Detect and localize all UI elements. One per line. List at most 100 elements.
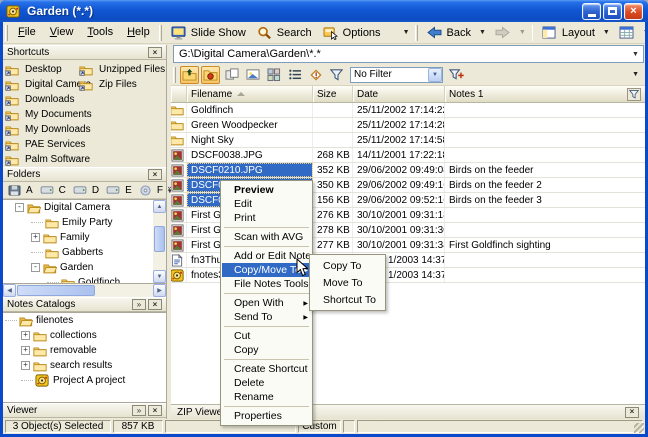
folders-vertical-scrollbar[interactable]: ▲ ▼ <box>153 200 166 283</box>
context-menu-item-cut[interactable]: Cut <box>222 329 311 343</box>
context-menu-item-open-with[interactable]: Open With▶ <box>222 296 311 310</box>
filter-combobox[interactable]: No Filter ▼ <box>350 67 443 83</box>
combobox-dropdown-icon[interactable]: ▼ <box>428 68 442 82</box>
file-row[interactable]: DSCF0210.JPG352 KB29/06/2002 09:49:08Bir… <box>171 163 645 178</box>
back-button[interactable]: Back <box>421 23 476 43</box>
back-dropdown[interactable]: ▼ <box>476 29 489 36</box>
scrollbar-thumb[interactable] <box>17 285 95 296</box>
forward-button[interactable] <box>489 23 516 43</box>
tree-expander-minus-icon[interactable]: - <box>15 203 24 212</box>
submenu-item-copy-to[interactable]: Copy To <box>311 257 384 274</box>
viewer-close-icon[interactable]: × <box>148 405 162 416</box>
file-row[interactable]: Green Woodpecker25/11/2002 17:14:28 <box>171 118 645 133</box>
layout-dropdown[interactable]: ▼ <box>600 29 613 36</box>
column-header-size[interactable]: Size <box>313 86 353 102</box>
file-row[interactable]: Goldfinch25/11/2002 17:14:22 <box>171 103 645 118</box>
drive-button-e[interactable]: E <box>103 184 135 197</box>
info-button[interactable] <box>306 66 325 84</box>
context-menu-item-properties[interactable]: Properties <box>222 409 311 423</box>
context-menu-item-send-to[interactable]: Send To▶ <box>222 310 311 324</box>
tree-item[interactable]: +search results <box>3 358 166 373</box>
context-menu-item-create-shortcut[interactable]: Create Shortcut <box>222 362 311 376</box>
preview-pane-button[interactable] <box>243 66 262 84</box>
close-button[interactable]: × <box>624 3 643 20</box>
scroll-right-icon[interactable]: ▶ <box>153 284 166 297</box>
tree-item[interactable]: Gabberts <box>3 245 153 260</box>
scroll-left-icon[interactable]: ◀ <box>3 284 16 297</box>
submenu-item-shortcut-to[interactable]: Shortcut To <box>311 291 384 308</box>
context-menu-item-edit[interactable]: Edit <box>222 197 311 211</box>
address-dropdown-icon[interactable]: ▼ <box>628 46 643 62</box>
shortcut-item[interactable]: Palm Software <box>5 152 90 167</box>
folders-close-icon[interactable]: × <box>148 169 162 180</box>
tree-item[interactable]: -Garden <box>3 260 153 275</box>
actions-overflow-chevron[interactable]: ▼ <box>400 29 413 36</box>
tree-expander-plus-icon[interactable]: + <box>21 331 30 340</box>
menubar-item-file[interactable]: File <box>11 23 43 42</box>
shortcut-item[interactable]: My Downloads <box>5 122 91 137</box>
drive-button-f[interactable]: F <box>136 184 166 197</box>
shortcut-item[interactable]: Downloads <box>5 92 74 107</box>
tree-item[interactable]: Project A project <box>3 373 166 388</box>
context-menu-item-scan-with-avg[interactable]: Scan with AVG <box>222 230 311 244</box>
menubar-item-tools[interactable]: Tools <box>80 23 120 42</box>
shortcuts-close-icon[interactable]: × <box>148 47 162 58</box>
context-menu-item-print[interactable]: Print <box>222 211 311 225</box>
file-name-cell[interactable]: Goldfinch <box>187 103 313 117</box>
tree-item[interactable]: -Digital Camera <box>3 200 153 215</box>
drive-button-a[interactable]: A <box>5 184 36 197</box>
context-menu-item-copy[interactable]: Copy <box>222 343 311 357</box>
view-style-dropdown[interactable]: ▼ <box>640 29 645 36</box>
menubar-item-help[interactable]: Help <box>120 23 157 42</box>
up-folder-button[interactable] <box>180 66 199 84</box>
folders-horizontal-scrollbar[interactable]: ◀ ▶ <box>3 284 166 297</box>
column-header-filename[interactable]: Filename <box>187 86 313 102</box>
tree-item[interactable]: +Family <box>3 230 153 245</box>
drive-button-c[interactable]: C <box>37 184 69 197</box>
header-filter-icon[interactable] <box>627 88 641 101</box>
shortcut-item[interactable]: Desktop <box>5 62 62 77</box>
forward-dropdown[interactable]: ▼ <box>516 29 529 36</box>
resize-grip[interactable] <box>634 423 644 433</box>
custom-filter-button[interactable] <box>447 66 466 84</box>
layout-button[interactable]: Layout <box>536 23 600 43</box>
tree-item[interactable]: Goldfinch <box>3 275 153 283</box>
file-row[interactable]: DSCF0038.JPG268 KB14/11/2001 17:22:18 <box>171 148 645 163</box>
submenu-item-move-to[interactable]: Move To <box>311 274 384 291</box>
file-name-cell[interactable]: Green Woodpecker <box>187 118 313 132</box>
context-menu-item-rename[interactable]: Rename <box>222 390 311 404</box>
list-toolbar-overflow-chevron[interactable]: ▼ <box>629 71 642 78</box>
favorites-folder-button[interactable] <box>201 66 220 84</box>
zip-viewer-close-icon[interactable]: × <box>625 407 639 418</box>
column-header-notes-1[interactable]: Notes 1 <box>445 86 645 102</box>
tree-expander-minus-icon[interactable]: - <box>31 263 40 272</box>
tree-item[interactable]: +removable <box>3 343 166 358</box>
tree-expander-plus-icon[interactable]: + <box>21 346 30 355</box>
tree-item[interactable]: filenotes <box>3 313 166 328</box>
scroll-up-icon[interactable]: ▲ <box>153 200 166 213</box>
band-grip[interactable] <box>159 25 162 41</box>
title-bar[interactable]: Garden (*.*) × <box>0 0 648 22</box>
tree-expander-plus-icon[interactable]: + <box>31 233 40 242</box>
shortcut-item[interactable]: PAE Services <box>5 137 85 152</box>
band-grip[interactable] <box>5 25 8 41</box>
viewer-expand-icon[interactable]: » <box>132 405 146 416</box>
slide-show-button[interactable]: Slide Show <box>165 23 251 43</box>
notes-catalogs-close-icon[interactable]: × <box>148 299 162 310</box>
file-name-cell[interactable]: DSCF0210.JPG <box>187 163 313 177</box>
drive-button-d[interactable]: D <box>70 184 102 197</box>
column-header-date[interactable]: Date <box>353 86 445 102</box>
shortcut-item[interactable]: Zip Files <box>79 77 137 92</box>
filter-button[interactable] <box>327 66 346 84</box>
view-style-button[interactable] <box>613 23 640 43</box>
scrollbar-thumb[interactable] <box>154 226 165 252</box>
thumbnails-view-button[interactable] <box>264 66 283 84</box>
file-name-cell[interactable]: DSCF0038.JPG <box>187 148 313 162</box>
band-grip[interactable] <box>415 25 418 41</box>
details-view-button[interactable] <box>285 66 304 84</box>
maximize-button[interactable] <box>603 3 622 20</box>
shortcut-item[interactable]: My Documents <box>5 107 92 122</box>
tree-item[interactable]: Emily Party <box>3 215 153 230</box>
context-menu-item-preview[interactable]: Preview <box>222 183 311 197</box>
column-header-icon[interactable] <box>171 86 187 102</box>
